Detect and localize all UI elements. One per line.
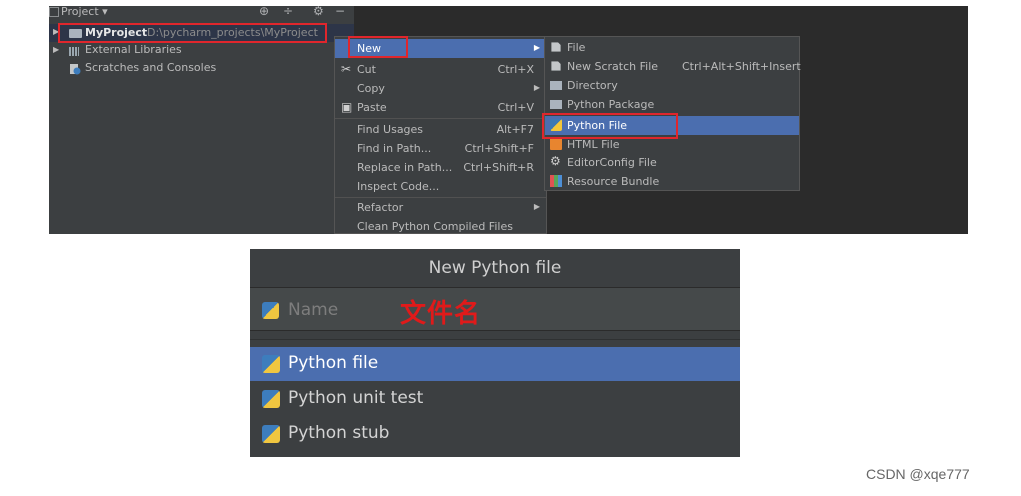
menu-item-copy[interactable]: Copy ▶ [335,79,546,98]
highlight-box-new [348,36,408,58]
option-label: Python unit test [288,388,424,408]
library-icon [69,47,79,56]
new-python-file-dialog: New Python file 文件名 Python file Python u… [250,249,740,457]
tree-item-external-libraries[interactable]: ▶ External Libraries [49,42,354,60]
submenu-item-file[interactable]: File [545,38,799,57]
package-icon [550,100,562,109]
context-menu: New ▶ ✂ Cut Ctrl+X Copy ▶ ▣ Paste Ctrl+V… [334,36,547,234]
dialog-title: New Python file [428,258,562,278]
clipboard-icon: ▣ [341,100,353,114]
menu-item-find-in-path[interactable]: Find in Path... Ctrl+Shift+F [335,139,546,158]
python-icon [262,355,280,373]
menu-item-paste[interactable]: ▣ Paste Ctrl+V [335,98,546,117]
bundle-icon [550,175,562,187]
minimize-icon[interactable]: − [335,6,345,18]
project-toolbar: Project ▾ ⊕ ÷ ⚙ − [49,6,354,20]
name-input-row: 文件名 [250,287,740,331]
python-icon [262,425,280,443]
gear-icon[interactable]: ⚙ [313,6,324,18]
submenu-item-directory[interactable]: Directory [545,76,799,95]
tree-item-label: External Libraries [85,43,182,56]
menu-item-inspect-code[interactable]: Inspect Code... [335,177,546,196]
dialog-divider [250,339,740,340]
menu-item-label: Find Usages [357,123,424,136]
submenu-item-python-package[interactable]: Python Package [545,95,799,114]
submenu-item-label: Directory [567,79,618,92]
ide-screenshot: Project ▾ ⊕ ÷ ⚙ − ▶ MyProject D:\pycharm… [49,6,968,234]
scratch-icon [70,64,81,75]
annotation-label: 文件名 [400,299,482,329]
highlight-box-myproject [58,23,327,43]
submenu-item-label: Resource Bundle [567,175,660,188]
menu-item-clean-compiled[interactable]: Clean Python Compiled Files [335,217,546,234]
menu-divider [335,118,546,119]
menu-item-label: Paste [357,101,387,114]
file-icon [551,42,561,52]
option-python-file[interactable]: Python file [250,347,740,381]
scratch-file-icon [551,61,561,71]
html-icon [550,138,562,150]
locate-icon[interactable]: ⊕ [259,6,269,18]
option-label: Python file [288,353,379,373]
submenu-item-new-scratch-file[interactable]: New Scratch File Ctrl+Alt+Shift+Insert [545,57,801,76]
option-python-stub[interactable]: Python stub [250,417,740,451]
menu-item-shortcut: Ctrl+Shift+F [464,142,534,155]
watermark: CSDN @xqe777 [866,466,970,482]
menu-item-refactor[interactable]: Refactor ▶ [335,198,546,217]
tree-item-scratches[interactable]: Scratches and Consoles [49,60,354,78]
submenu-item-label: New Scratch File [567,60,659,73]
folder-icon [550,81,562,90]
highlight-box-python-file [542,113,678,139]
submenu-item-label: EditorConfig File [567,156,657,169]
submenu-item-shortcut: Ctrl+Alt+Shift+Insert [682,60,801,73]
menu-item-label: Find in Path... [357,142,432,155]
expand-arrow-icon[interactable]: ▶ [53,45,59,54]
collapse-icon[interactable]: ÷ [283,6,293,18]
submenu-arrow-icon: ▶ [533,202,540,211]
menu-item-label: Replace in Path... [357,161,453,174]
menu-item-cut[interactable]: ✂ Cut Ctrl+X [335,60,546,79]
submenu-item-label: File [567,41,586,54]
python-icon [262,302,279,319]
project-view-icon [49,7,59,17]
menu-item-label: Cut [357,63,376,76]
menu-item-label: Inspect Code... [357,180,440,193]
python-icon [262,390,280,408]
menu-item-shortcut: Alt+F7 [496,123,534,136]
submenu-arrow-icon: ▶ [533,43,540,52]
tree-item-label: Scratches and Consoles [85,61,217,74]
option-python-unit-test[interactable]: Python unit test [250,382,740,416]
project-view-dropdown[interactable]: Project ▾ [61,6,108,18]
menu-item-shortcut: Ctrl+V [497,101,534,114]
menu-item-find-usages[interactable]: Find Usages Alt+F7 [335,120,546,139]
gear-icon: ⚙ [550,154,561,168]
menu-item-label: Copy [357,82,385,95]
menu-item-label: Refactor [357,201,404,214]
menu-item-shortcut: Ctrl+X [497,63,534,76]
option-label: Python stub [288,423,390,443]
submenu-item-label: Python Package [567,98,655,111]
submenu-item-editorconfig-file[interactable]: ⚙ EditorConfig File [545,153,799,172]
menu-item-replace-in-path[interactable]: Replace in Path... Ctrl+Shift+R [335,158,546,177]
submenu-arrow-icon: ▶ [533,83,540,92]
submenu-item-resource-bundle[interactable]: Resource Bundle [545,172,799,191]
scissors-icon: ✂ [341,62,352,76]
submenu-item-label: HTML File [567,138,620,151]
menu-item-shortcut: Ctrl+Shift+R [463,161,534,174]
menu-item-label: Clean Python Compiled Files [357,220,513,233]
name-input[interactable] [288,298,398,322]
